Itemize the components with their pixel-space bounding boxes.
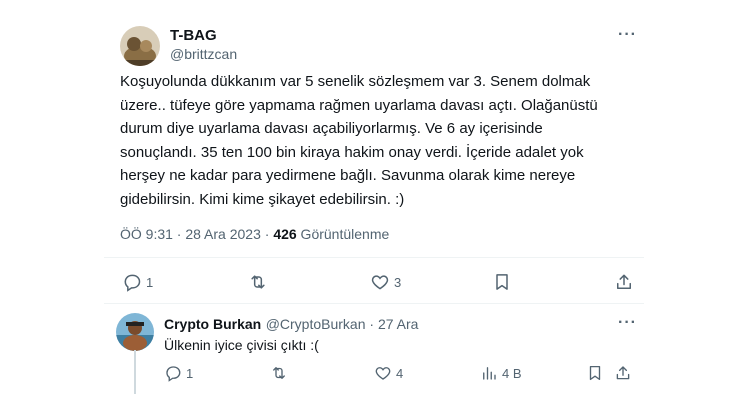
reply-header: Crypto Burkan @CryptoBurkan · 27 Ara xyxy=(164,316,418,334)
view-count: 426 xyxy=(273,226,297,242)
share-button[interactable] xyxy=(614,272,634,292)
heart-icon xyxy=(371,275,389,290)
like-count: 3 xyxy=(394,274,402,290)
reply-views-count: 4 B xyxy=(502,365,522,381)
retweet-button[interactable] xyxy=(248,272,272,292)
reply-avatar[interactable] xyxy=(116,313,154,351)
thread-line xyxy=(134,350,136,394)
reply-like-count: 4 xyxy=(396,365,404,381)
reply-icon xyxy=(166,366,181,382)
tweet-timestamp[interactable]: ÖÖ 9:31 · 28 Ara 2023 · xyxy=(120,226,273,242)
tweet-text: Koşuyolunda dükkanım var 5 senelik sözle… xyxy=(120,73,598,208)
reply-reply-count: 1 xyxy=(186,365,194,381)
view-label: Görüntülenme xyxy=(296,226,390,242)
reply-author-name[interactable]: Crypto Burkan xyxy=(164,316,261,332)
analytics-icon xyxy=(483,367,496,380)
tweet-thread: T-BAG @brittzcan ··· Koşuyolunda dükkanı… xyxy=(104,0,644,420)
author-name[interactable]: T-BAG xyxy=(170,27,217,44)
share-icon xyxy=(616,366,630,380)
divider xyxy=(104,303,644,304)
reply-share-button[interactable] xyxy=(614,364,632,382)
bookmark-button[interactable] xyxy=(492,272,512,292)
more-options-icon[interactable]: ··· xyxy=(618,26,637,44)
reply-more-options-icon[interactable]: ··· xyxy=(618,314,637,332)
avatar[interactable] xyxy=(120,26,160,66)
avatar-image xyxy=(120,26,160,66)
divider xyxy=(104,257,644,258)
reply-icon xyxy=(124,274,141,292)
reply-bookmark-button[interactable] xyxy=(586,364,604,382)
tweet-meta: ÖÖ 9:31 · 28 Ara 2023 · 426 Görüntülenme xyxy=(120,226,389,242)
reply-retweet-button[interactable] xyxy=(270,364,292,382)
reply-text: Ülkenin iyice çivisi çıktı :( xyxy=(164,337,319,353)
reply-reply-button[interactable]: 1 xyxy=(164,364,193,382)
reply-avatar-image xyxy=(116,313,154,351)
heart-icon xyxy=(375,367,391,380)
reply-date[interactable]: · 27 Ara xyxy=(366,316,418,332)
bookmark-icon xyxy=(496,274,508,290)
reply-views-button[interactable]: 4 B xyxy=(480,364,522,382)
reply-like-button[interactable]: 4 xyxy=(374,364,403,382)
bookmark-icon xyxy=(589,365,601,381)
reply-count: 1 xyxy=(146,274,154,290)
author-handle[interactable]: @brittzcan xyxy=(170,46,237,62)
share-icon xyxy=(617,274,631,289)
retweet-icon xyxy=(273,367,285,379)
reply-author-handle[interactable]: @CryptoBurkan xyxy=(266,316,366,332)
reply-button[interactable]: 1 xyxy=(122,272,153,292)
retweet-icon xyxy=(251,275,265,289)
like-button[interactable]: 3 xyxy=(370,272,401,292)
